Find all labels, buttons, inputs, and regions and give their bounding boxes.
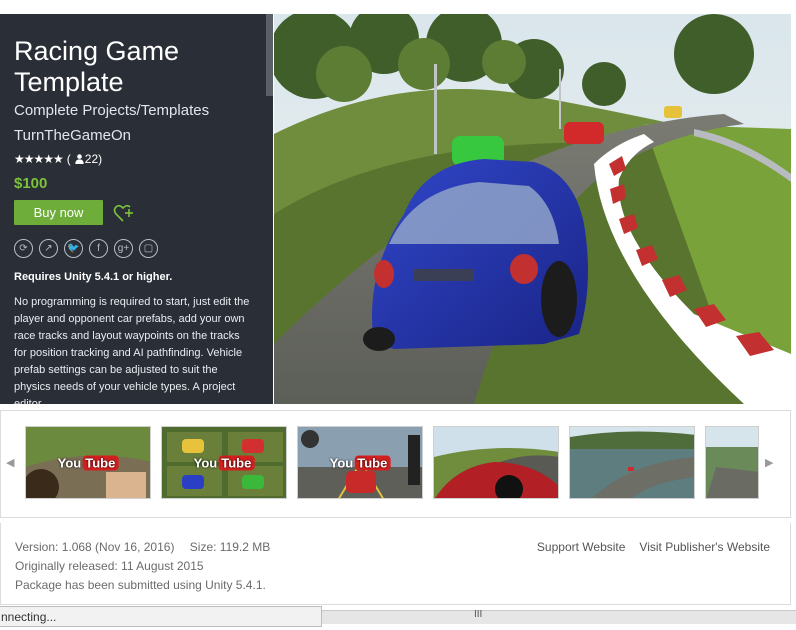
scrollbar-grip-icon[interactable]: III [474, 609, 482, 620]
browser-status-bar: nnecting... [0, 606, 322, 627]
youtube-badge: You Tube [194, 455, 255, 470]
product-description: No programming is required to start, jus… [14, 296, 250, 404]
product-category-link[interactable]: Complete Projects/Templates [14, 102, 259, 119]
thumbnail-4[interactable] [433, 426, 559, 499]
user-icon [75, 154, 84, 164]
thumbnail-4-image [434, 427, 558, 498]
publisher-link[interactable]: TurnTheGameOn [14, 127, 259, 144]
thumbnail-prev-arrow-icon[interactable]: ◀ [6, 456, 14, 469]
submitted-unity-version: Package has been submitted using Unity 5… [15, 578, 266, 592]
info-panel-scrollbar[interactable] [266, 14, 273, 96]
support-website-link[interactable]: Support Website [537, 540, 626, 554]
thumbnail-next-arrow-icon[interactable]: ▶ [765, 456, 773, 469]
publisher-website-link[interactable]: Visit Publisher's Website [639, 540, 770, 554]
rating-stars: ★★★★★ [14, 152, 64, 166]
thumbnail-video-1[interactable]: You Tube [25, 426, 151, 499]
screenshot-thumbnail-strip: ◀ You Tube You Tube You Tube ▶ [0, 410, 791, 518]
buy-now-button[interactable]: Buy now [14, 200, 103, 225]
thumbnail-5[interactable] [569, 426, 695, 499]
share-icon[interactable]: ⟳ [14, 239, 33, 258]
thumbnail-6-image [706, 427, 758, 498]
facebook-icon[interactable]: f [89, 239, 108, 258]
youtube-badge: You Tube [58, 455, 119, 470]
external-link-icon[interactable]: ↗ [39, 239, 58, 258]
racing-scene-image [274, 14, 791, 404]
horizontal-scrollbar[interactable]: III [322, 609, 796, 624]
product-info-panel: Racing Game Template Complete Projects/T… [0, 14, 273, 404]
rating[interactable]: ★★★★★ ( 22) [14, 152, 259, 166]
requires-unity: Requires Unity 5.4.1 or higher. [14, 271, 173, 283]
google-plus-icon[interactable]: g+ [114, 239, 133, 258]
package-meta: Version: 1.068 (Nov 16, 2016) Size: 119.… [0, 523, 791, 605]
thumbnail-video-2[interactable]: You Tube [161, 426, 287, 499]
release-date: Originally released: 11 August 2015 [15, 559, 204, 573]
embed-icon[interactable]: ▢ [139, 239, 158, 258]
add-to-wishlist-icon[interactable] [113, 202, 135, 224]
package-size: Size: 119.2 MB [189, 540, 271, 554]
thumbnail-5-image [570, 427, 694, 498]
product-title: Racing Game Template [14, 36, 180, 97]
rating-count: 22) [84, 152, 103, 166]
rating-count-open: ( [66, 152, 71, 166]
youtube-badge: You Tube [330, 455, 391, 470]
thumbnail-6[interactable] [705, 426, 759, 499]
share-icons: ⟳ ↗ 🐦 f g+ ▢ [14, 239, 259, 258]
price: $100 [14, 175, 48, 192]
main-screenshot[interactable] [274, 14, 791, 404]
version: Version: 1.068 (Nov 16, 2016) [15, 540, 175, 554]
twitter-icon[interactable]: 🐦 [64, 239, 83, 258]
thumbnail-video-3[interactable]: You Tube [297, 426, 423, 499]
